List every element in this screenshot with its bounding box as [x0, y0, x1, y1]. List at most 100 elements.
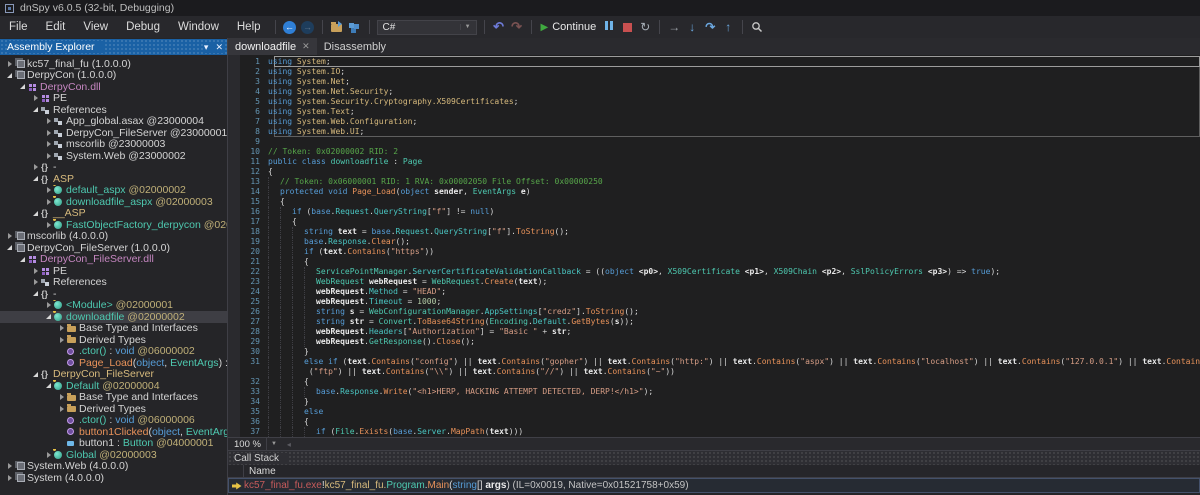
expander-expanded-icon[interactable]	[30, 211, 41, 216]
tree-item[interactable]: downloadfile_aspx @02000003	[0, 196, 227, 208]
tree-item[interactable]: kc57_final_fu (1.0.0.0)	[0, 58, 227, 70]
redo-button[interactable]: ↷	[508, 18, 526, 36]
expander-collapsed-icon[interactable]	[30, 268, 41, 274]
undo-button[interactable]: ↶	[490, 18, 508, 36]
expander-collapsed-icon[interactable]	[43, 118, 54, 124]
navigate-forward-button[interactable]: →	[299, 18, 317, 36]
tree-item[interactable]: downloadfile @02000002	[0, 311, 227, 323]
expander-collapsed-icon[interactable]	[43, 141, 54, 147]
tree-item[interactable]: DerpyCon_FileServer @23000001	[0, 127, 227, 139]
tree-item[interactable]: mscorlib (4.0.0.0)	[0, 231, 227, 243]
show-next-statement-button[interactable]: →	[665, 18, 683, 36]
expander-expanded-icon[interactable]	[30, 291, 41, 296]
call-stack-frame[interactable]: kc57_final_fu.exe!kc57_final_fu.Program.…	[228, 478, 1200, 493]
tree-item[interactable]: {}-	[0, 162, 227, 174]
expander-collapsed-icon[interactable]	[56, 406, 67, 412]
tree-item[interactable]: DerpyCon_FileServer (1.0.0.0)	[0, 242, 227, 254]
tree-item[interactable]: App_global.asax @23000004	[0, 116, 227, 128]
expander-expanded-icon[interactable]	[17, 257, 28, 262]
expander-collapsed-icon[interactable]	[43, 302, 54, 308]
expander-expanded-icon[interactable]	[4, 245, 15, 250]
language-combo[interactable]: C# ▼	[377, 20, 477, 35]
menu-window[interactable]: Window	[169, 21, 228, 33]
expander-collapsed-icon[interactable]	[4, 463, 15, 469]
window-position-icon[interactable]: ▾	[204, 42, 209, 53]
expander-expanded-icon[interactable]	[43, 314, 54, 319]
expander-collapsed-icon[interactable]	[30, 164, 41, 170]
tab-downloadfile[interactable]: downloadfile✕	[228, 38, 317, 55]
continue-button[interactable]: ▶ Continue	[537, 18, 601, 36]
assembly-explorer-header[interactable]: Assembly Explorer ▾ ✕	[0, 39, 227, 55]
expander-expanded-icon[interactable]	[43, 383, 54, 388]
tree-item[interactable]: {}-	[0, 288, 227, 300]
tree-item[interactable]: DerpyCon (1.0.0.0)	[0, 70, 227, 82]
tree-item[interactable]: References	[0, 104, 227, 116]
menu-edit[interactable]: Edit	[37, 21, 75, 33]
expander-collapsed-icon[interactable]	[43, 199, 54, 205]
tree-item[interactable]: FastObjectFactory_derpycon @02000004	[0, 219, 227, 231]
tree-item[interactable]: .ctor() : void @06000002	[0, 346, 227, 358]
tree-item[interactable]: System (4.0.0.0)	[0, 472, 227, 484]
tree-item[interactable]: {}DerpyCon_FileServer	[0, 369, 227, 381]
step-over-button[interactable]: ↷	[701, 18, 719, 36]
restart-button[interactable]: ↻	[636, 18, 654, 36]
expander-collapsed-icon[interactable]	[43, 452, 54, 458]
call-stack-header[interactable]: Call Stack	[228, 450, 1200, 465]
tree-item[interactable]: Derived Types	[0, 403, 227, 415]
code-editor[interactable]: 1using System;2using System.IO;3using Sy…	[228, 55, 1200, 437]
step-into-button[interactable]: ↓	[683, 18, 701, 36]
save-module-button[interactable]	[346, 18, 364, 36]
tree-item[interactable]: System.Web @23000002	[0, 150, 227, 162]
expander-expanded-icon[interactable]	[30, 176, 41, 181]
step-out-button[interactable]: ↑	[719, 18, 737, 36]
expander-collapsed-icon[interactable]	[43, 153, 54, 159]
expander-expanded-icon[interactable]	[30, 107, 41, 112]
tree-item[interactable]: Global @02000003	[0, 449, 227, 461]
tree-item[interactable]: {}ASP	[0, 173, 227, 185]
tree-item[interactable]: DerpyCon.dll	[0, 81, 227, 93]
expander-collapsed-icon[interactable]	[30, 279, 41, 285]
navigate-back-button[interactable]: ←	[281, 18, 299, 36]
open-file-button[interactable]	[328, 18, 346, 36]
tree-item[interactable]: Derived Types	[0, 334, 227, 346]
menu-file[interactable]: File	[0, 21, 37, 33]
name-column-header[interactable]: Name	[244, 466, 276, 477]
tree-item[interactable]: References	[0, 277, 227, 289]
expander-collapsed-icon[interactable]	[4, 61, 15, 67]
tree-item[interactable]: System.Web (4.0.0.0)	[0, 461, 227, 473]
expander-collapsed-icon[interactable]	[30, 95, 41, 101]
tree-item[interactable]: Page_Load(object, EventArgs) : void @060…	[0, 357, 227, 369]
tree-item[interactable]: mscorlib @23000003	[0, 139, 227, 151]
menu-debug[interactable]: Debug	[117, 21, 169, 33]
tree-item[interactable]: <Module> @02000001	[0, 300, 227, 312]
expander-collapsed-icon[interactable]	[43, 222, 54, 228]
hscroll-left-arrow-icon[interactable]: ◂	[281, 440, 291, 449]
expander-collapsed-icon[interactable]	[43, 187, 54, 193]
tab-close-icon[interactable]: ✕	[302, 41, 310, 52]
search-assemblies-button[interactable]	[748, 18, 766, 36]
tree-item[interactable]: Base Type and Interfaces	[0, 392, 227, 404]
tree-item[interactable]: Default @02000004	[0, 380, 227, 392]
expander-expanded-icon[interactable]	[30, 372, 41, 377]
expander-expanded-icon[interactable]	[4, 73, 15, 78]
break-all-button[interactable]	[600, 18, 618, 36]
tree-item[interactable]: .ctor() : void @06000006	[0, 415, 227, 427]
tree-item[interactable]: {}__ASP	[0, 208, 227, 220]
expander-collapsed-icon[interactable]	[43, 130, 54, 136]
close-icon[interactable]: ✕	[215, 42, 223, 53]
tree-item[interactable]: button1Clicked(object, EventArgs) : void…	[0, 426, 227, 438]
tree-item[interactable]: Base Type and Interfaces	[0, 323, 227, 335]
stop-debugging-button[interactable]	[618, 18, 636, 36]
tree-item[interactable]: default_aspx @02000002	[0, 185, 227, 197]
expander-collapsed-icon[interactable]	[4, 475, 15, 481]
tree-item[interactable]: DerpyCon_FileServer.dll	[0, 254, 227, 266]
menu-help[interactable]: Help	[228, 21, 270, 33]
tree-item[interactable]: PE	[0, 265, 227, 277]
expander-collapsed-icon[interactable]	[56, 337, 67, 343]
tree-item[interactable]: PE	[0, 93, 227, 105]
expander-collapsed-icon[interactable]	[56, 394, 67, 400]
expander-collapsed-icon[interactable]	[4, 233, 15, 239]
zoom-level[interactable]: 100 %	[228, 439, 266, 450]
expander-expanded-icon[interactable]	[17, 84, 28, 89]
expander-collapsed-icon[interactable]	[56, 325, 67, 331]
